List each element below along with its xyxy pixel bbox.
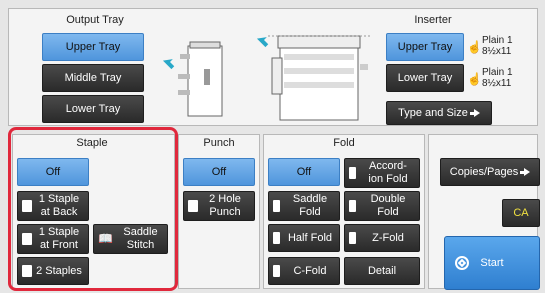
paper-type: Plain 1 xyxy=(482,35,513,46)
arrow-right-icon xyxy=(469,109,480,117)
inserter-title: Inserter xyxy=(414,14,452,26)
saddle-fold-icon xyxy=(273,200,280,212)
arrow-icon-inserter xyxy=(256,37,269,48)
start-icon xyxy=(455,256,469,270)
output-lower-tray-button[interactable]: Lower Tray xyxy=(42,95,144,123)
paper-type: Plain 1 xyxy=(482,67,513,78)
inserter-lower-paper-info: Plain 1 8½x11 xyxy=(482,67,513,89)
saddle-fold-button[interactable]: Saddle Fold xyxy=(268,191,340,221)
machine-illustration xyxy=(162,35,370,121)
staple-highlight-frame xyxy=(8,127,178,291)
punch-title: Punch xyxy=(203,137,235,149)
fold-title: Fold xyxy=(333,137,355,149)
accordion-fold-icon xyxy=(349,167,356,179)
hand-icon: ☝ xyxy=(467,40,482,54)
type-and-size-button[interactable]: Type and Size xyxy=(386,101,492,125)
arrow-icon-output xyxy=(162,59,175,70)
fold-off-button[interactable]: Off xyxy=(268,158,340,186)
accordion-fold-button[interactable]: Accord-ion Fold xyxy=(344,158,420,188)
output-tray-title: Output Tray xyxy=(66,14,124,26)
double-fold-button[interactable]: Double Fold xyxy=(344,191,420,221)
output-upper-tray-button[interactable]: Upper Tray xyxy=(42,33,144,61)
double-fold-icon xyxy=(349,200,356,212)
inserter-lower-tray-button[interactable]: Lower Tray xyxy=(386,64,464,92)
half-fold-icon xyxy=(273,232,280,244)
c-fold-icon xyxy=(273,265,280,277)
copies-pages-button[interactable]: Copies/Pages xyxy=(440,158,540,186)
z-fold-button[interactable]: Z-Fold xyxy=(344,224,420,252)
ca-button[interactable]: CA xyxy=(502,199,540,227)
inserter-upper-paper-info: Plain 1 8½x11 xyxy=(482,35,513,57)
hand-icon: ☝ xyxy=(467,72,482,86)
two-hole-punch-button[interactable]: 2 Hole Punch xyxy=(183,191,255,221)
punch-icon xyxy=(188,200,198,212)
paper-size: 8½x11 xyxy=(482,46,512,57)
start-label: Start xyxy=(480,257,504,269)
output-middle-tray-button[interactable]: Middle Tray xyxy=(42,64,144,92)
arrow-right-icon xyxy=(520,168,531,176)
inserter-upper-tray-button[interactable]: Upper Tray xyxy=(386,33,464,61)
c-fold-button[interactable]: C-Fold xyxy=(268,257,340,285)
finisher-illustration xyxy=(178,41,223,117)
z-fold-icon xyxy=(349,232,356,244)
punch-off-button[interactable]: Off xyxy=(183,158,255,186)
start-button[interactable]: Start xyxy=(444,236,540,290)
fold-detail-button[interactable]: Detail xyxy=(344,257,420,285)
half-fold-button[interactable]: Half Fold xyxy=(268,224,340,252)
paper-size: 8½x11 xyxy=(482,78,512,89)
copier-illustration xyxy=(271,35,368,121)
